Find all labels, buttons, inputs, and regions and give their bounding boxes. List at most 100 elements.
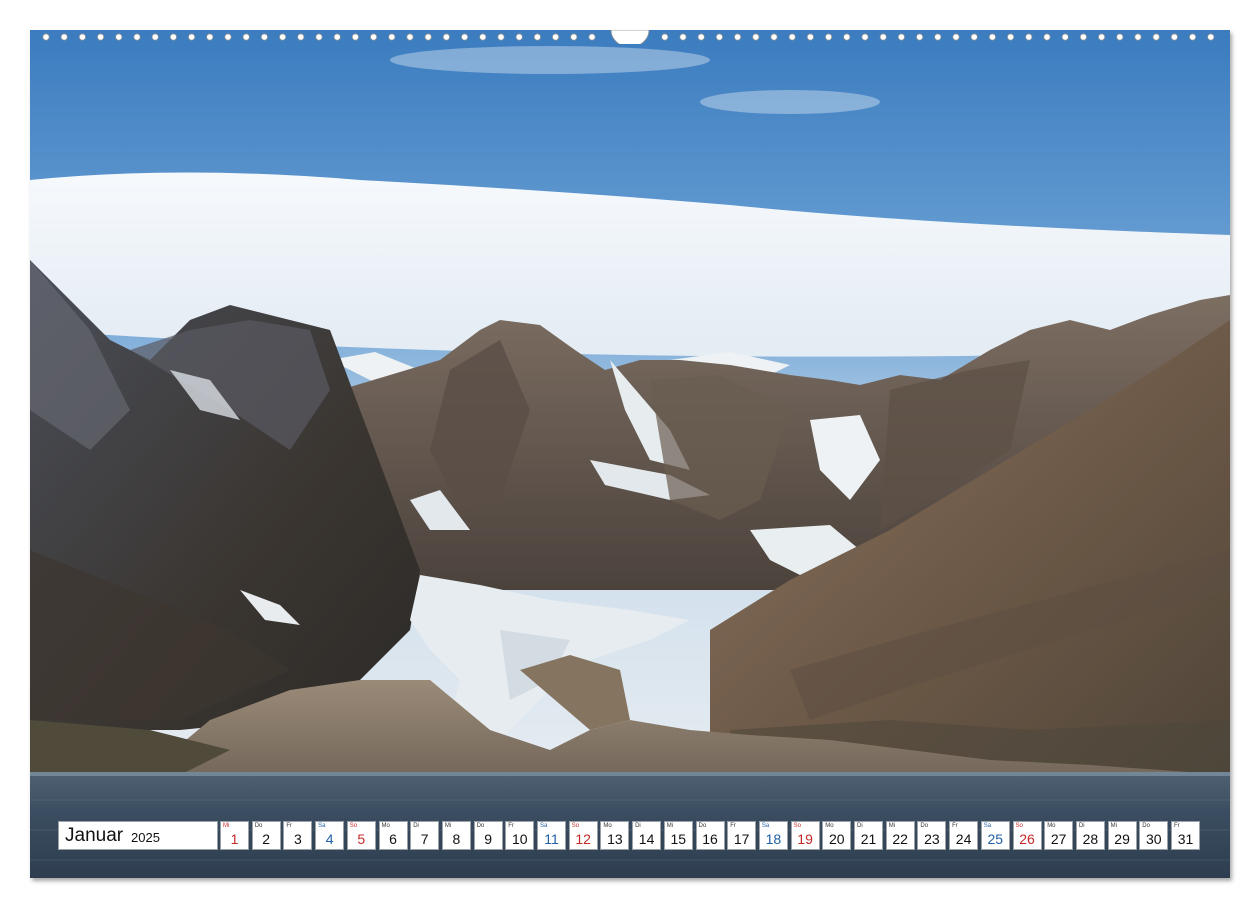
day-number: 31 [1177,831,1194,847]
day-number: 5 [357,831,366,847]
day-cell: Do 2 [251,821,281,850]
day-number: 21 [860,831,877,847]
mountain-fjord-image [30,30,1230,878]
day-number: 18 [765,831,782,847]
binding-hole [224,33,232,41]
binding-hole [333,33,341,41]
binding-hole [1025,33,1033,41]
binding-hole [661,33,669,41]
hanger-notch [610,30,650,44]
day-number: 22 [892,831,908,847]
binding-hole [1116,33,1124,41]
day-cell: Fr 24 [949,821,979,850]
month-label-box: Januar 2025 [58,821,218,850]
day-number: 30 [1146,831,1162,847]
binding-hole [460,33,469,41]
day-cell: Mo 6 [378,821,408,850]
day-cell: Do 23 [917,821,947,850]
day-cell: Mi 15 [663,821,693,850]
day-cell: Mi 22 [885,821,915,850]
day-cell: Mo 13 [600,821,630,850]
binding-hole [388,33,396,41]
binding-hole [315,33,323,41]
weekday-abbr: Do [476,823,485,829]
day-number: 7 [420,831,429,847]
binding-hole [424,33,432,41]
day-number: 14 [638,831,655,847]
day-cell: Fr 10 [505,821,535,850]
binding-hole [733,33,742,41]
binding-hole [1134,33,1142,41]
day-cell: Fr 3 [283,821,313,850]
weekday-abbr: Fr [730,823,736,829]
day-cell: Fr 17 [727,821,757,850]
weekday-abbr: Mi [223,823,230,829]
binding-hole [715,33,724,41]
month-name: Januar [65,825,124,846]
day-number: 2 [262,831,271,847]
day-number: 26 [1019,831,1035,847]
day-number: 19 [797,831,813,847]
binding-hole [206,33,214,41]
day-cell: Mi 8 [441,821,471,850]
day-cell: So 19 [790,821,820,850]
day-number: 15 [670,831,687,847]
binding-hole [679,33,687,41]
weekday-abbr: Fr [952,823,958,829]
weekday-abbr: Mi [444,823,452,829]
binding-hole [1079,33,1088,41]
spiral-binding [30,30,1230,44]
binding-hole [879,33,887,41]
weekday-abbr: Mo [825,823,834,829]
weekday-abbr: Mo [381,823,390,829]
day-cell: Di 7 [410,821,440,850]
weekday-abbr: Di [857,823,863,829]
day-number: 1 [230,831,239,847]
binding-hole [97,33,105,41]
binding-hole [697,33,705,41]
day-number: 8 [452,831,461,847]
binding-hole [279,33,287,41]
binding-hole [752,33,760,41]
binding-hole [806,33,815,41]
weekday-abbr: Do [920,823,929,829]
binding-hole [1189,33,1197,41]
binding-hole [970,33,978,41]
binding-hole [497,33,505,41]
binding-hole [1061,33,1069,41]
binding-hole [915,33,924,41]
day-cell: Sa 4 [315,821,345,850]
day-number: 13 [607,831,623,847]
weekday-abbr: Sa [318,823,326,829]
binding-hole [1152,33,1160,41]
weekday-abbr: Sa [540,823,548,829]
day-number: 17 [733,831,750,847]
day-cell: Sa 18 [758,821,788,850]
weekday-abbr: Mi [1110,823,1117,829]
weekday-abbr: So [1015,823,1023,829]
day-number: 4 [325,831,334,847]
binding-hole [188,33,196,41]
weekday-abbr: Do [254,823,263,829]
binding-hole [479,33,487,41]
day-cell: Fr 31 [1171,821,1200,850]
binding-hole [169,33,177,41]
day-number: 9 [484,831,492,847]
binding-hole [297,33,305,41]
weekday-abbr: Di [635,823,641,829]
weekday-abbr: Fr [1174,823,1180,829]
binding-hole [934,33,942,41]
calendar-page: Januar 2025 Mi 1 Do 2 Fr 3 Sa 4 So 5 Mo 6 Di 7 Mi 8 Do 9 F… [0,0,1260,908]
day-number: 28 [1082,831,1099,847]
weekday-abbr: Mi [666,823,674,829]
day-cell: Do 16 [695,821,725,850]
binding-hole [824,33,833,41]
day-cell: So 26 [1012,821,1042,850]
weekday-abbr: Di [413,823,419,829]
binding-hole [897,33,906,41]
binding-hole [369,33,378,41]
day-cell: Mo 27 [1044,821,1074,850]
day-number: 20 [829,831,845,847]
day-number: 25 [987,831,1004,847]
binding-hole [515,33,523,41]
